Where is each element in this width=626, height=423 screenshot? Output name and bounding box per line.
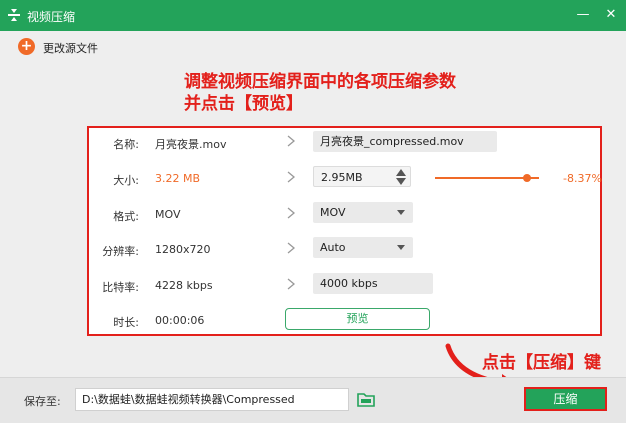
size-slider-handle[interactable] xyxy=(522,174,531,182)
bitrate-value: 4000 kbps xyxy=(320,277,378,290)
plus-icon: + xyxy=(18,38,35,55)
chevron-down-icon xyxy=(397,245,405,250)
save-to-label: 保存至: xyxy=(24,395,61,408)
close-button[interactable]: ✕ xyxy=(602,6,620,24)
change-source-label: 更改源文件 xyxy=(43,42,98,55)
source-duration-value: 00:00:06 xyxy=(155,314,205,327)
compress-settings-panel: 名称: 月亮夜景.mov 月亮夜景_compressed.mov 大小: 3.2… xyxy=(87,126,602,336)
format-select-value: MOV xyxy=(320,206,346,219)
resolution-label: 分辨率: xyxy=(102,245,139,258)
bitrate-label: 比特率: xyxy=(102,281,139,294)
annotation-line2: 并点击【预览】 xyxy=(184,94,303,114)
duration-label: 时长: xyxy=(113,316,139,329)
resolution-select[interactable]: Auto xyxy=(313,237,413,258)
output-name-value: 月亮夜景_compressed.mov xyxy=(320,135,464,148)
minimize-button[interactable]: — xyxy=(574,6,592,24)
annotation-line1: 调整视频压缩界面中的各项压缩参数 xyxy=(184,72,456,92)
save-path-select[interactable]: D:\数据蛙\数据蛙视频转换器\Compressed xyxy=(75,388,349,411)
compress-button[interactable]: 压缩 xyxy=(524,387,607,411)
source-format-value: MOV xyxy=(155,208,181,221)
source-bitrate-value: 4228 kbps xyxy=(155,279,213,292)
chevron-right-icon xyxy=(287,278,296,290)
bottom-bar: 保存至: D:\数据蛙\数据蛙视频转换器\Compressed 压缩 xyxy=(0,377,626,423)
app-logo-icon xyxy=(8,9,20,21)
folder-icon[interactable] xyxy=(356,390,376,408)
chevron-right-icon xyxy=(287,171,296,183)
source-name-value: 月亮夜景.mov xyxy=(155,138,227,151)
title-bar: 视频压缩 — ✕ xyxy=(0,0,626,31)
size-change-percent: -8.37% xyxy=(563,172,602,185)
resolution-select-value: Auto xyxy=(320,241,346,254)
chevron-right-icon xyxy=(287,135,296,147)
window-title: 视频压缩 xyxy=(27,10,76,24)
source-resolution-value: 1280x720 xyxy=(155,243,211,256)
size-label: 大小: xyxy=(113,174,139,187)
format-label: 格式: xyxy=(113,210,139,223)
save-path-value: D:\数据蛙\数据蛙视频转换器\Compressed xyxy=(82,393,295,406)
output-size-value: 2.95MB xyxy=(321,171,363,184)
chevron-right-icon xyxy=(287,242,296,254)
chevron-down-icon xyxy=(397,210,405,215)
format-select[interactable]: MOV xyxy=(313,202,413,223)
spin-up-icon[interactable] xyxy=(396,169,406,176)
preview-button[interactable]: 预览 xyxy=(285,308,430,330)
name-label: 名称: xyxy=(113,138,139,151)
chevron-right-icon xyxy=(287,207,296,219)
bitrate-field[interactable]: 4000 kbps xyxy=(313,273,433,294)
output-size-stepper[interactable]: 2.95MB xyxy=(313,166,411,187)
source-size-value: 3.22 MB xyxy=(155,172,201,185)
spin-down-icon[interactable] xyxy=(396,178,406,185)
output-name-field[interactable]: 月亮夜景_compressed.mov xyxy=(313,131,497,152)
